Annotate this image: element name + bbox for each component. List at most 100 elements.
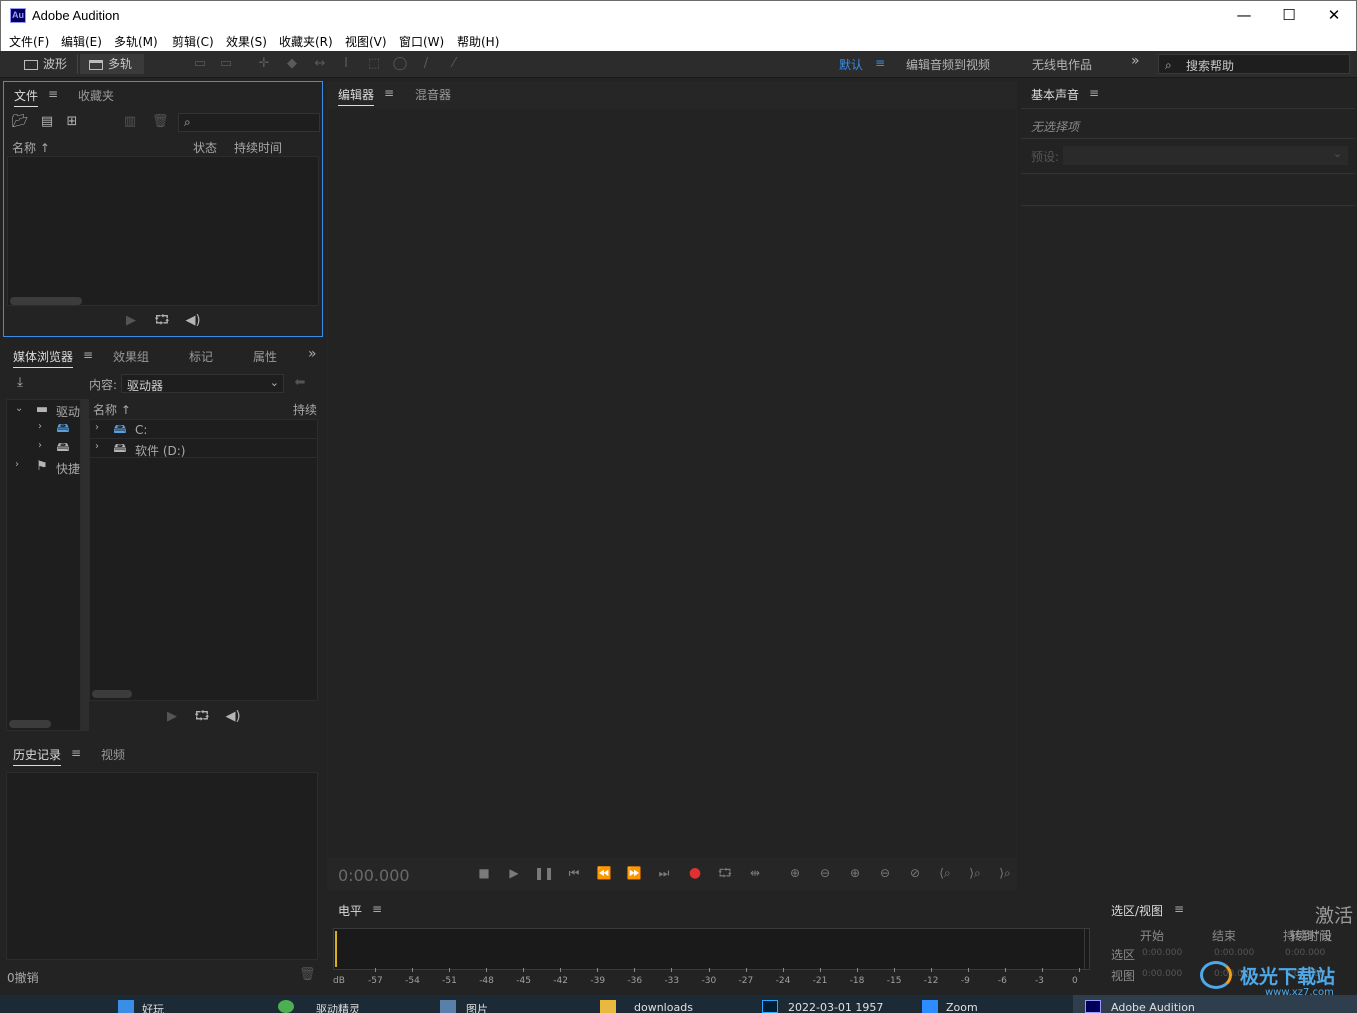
column-name[interactable]: 名称 ↑ [93, 401, 131, 418]
preset-dropdown[interactable]: ⌄ [1063, 146, 1348, 165]
selection-duration[interactable]: 0:00.000 [1285, 948, 1325, 958]
splitter-handle[interactable] [81, 399, 89, 731]
new-file-icon[interactable]: ⊞ [64, 114, 80, 130]
spectral-pitch-icon[interactable]: ▭ [218, 56, 234, 72]
zoom-out-point-icon[interactable]: ⟩⌕ [965, 864, 985, 882]
list-item[interactable]: › 🖴︎ C: [90, 420, 317, 439]
rewind-icon[interactable]: ⏪ [594, 864, 614, 882]
skip-to-end-icon[interactable]: ⏭ [654, 864, 674, 882]
history-list[interactable] [6, 772, 318, 960]
brush-tool-icon[interactable]: / [418, 56, 434, 72]
time-selection-tool-icon[interactable]: I [338, 56, 354, 72]
insert-into-multitrack-icon[interactable]: ▥ [122, 114, 138, 130]
zoom-in-time-icon[interactable]: ⊕ [845, 864, 865, 882]
back-arrow-icon[interactable]: ⬅ [293, 375, 307, 391]
menu-edit[interactable]: 编辑(E) [61, 33, 102, 50]
taskbar-item[interactable]: 驱动精灵 [316, 1001, 411, 1013]
tab-effects-rack[interactable]: 效果组 [113, 348, 149, 365]
zoom-selection-icon[interactable]: ⟩⌕ [995, 864, 1015, 882]
zoom-in-amplitude-icon[interactable]: ⊕ [785, 864, 805, 882]
workspace-default[interactable]: 默认 [839, 56, 863, 73]
play-icon[interactable]: ▶ [164, 709, 180, 725]
tab-video[interactable]: 视频 [101, 746, 125, 763]
taskbar-item[interactable]: 2022-03-01 1957 [788, 1001, 888, 1013]
expand-icon[interactable]: › [15, 459, 19, 470]
taskbar-item[interactable]: downloads [634, 1001, 729, 1013]
tab-mixer[interactable]: 混音器 [415, 86, 451, 103]
maximize-button[interactable]: ☐ [1266, 1, 1312, 31]
files-list[interactable] [7, 156, 319, 306]
slip-tool-icon[interactable]: ↔ [312, 56, 328, 72]
tab-media-browser[interactable]: 媒体浏览器 [13, 348, 74, 368]
close-button[interactable]: ✕ [1311, 1, 1357, 31]
pause-icon[interactable]: ❚❚ [534, 864, 554, 882]
tree-shortcuts[interactable]: 快捷 [56, 460, 80, 477]
menu-favorites[interactable]: 收藏夹(R) [279, 33, 333, 50]
selection-view-title[interactable]: 选区/视图 [1111, 902, 1163, 919]
list-item[interactable]: › 🖴︎ 软件 (D:) [90, 439, 317, 458]
column-duration[interactable]: 持续时间 [234, 139, 282, 156]
column-duration[interactable]: 持续 [293, 401, 317, 418]
spot-healing-icon[interactable]: ⁄ [446, 56, 462, 72]
column-name[interactable]: 名称 ↑ [12, 139, 50, 156]
media-file-list[interactable]: › 🖴︎ C: › 🖴︎ 软件 (D:) [89, 419, 318, 701]
tab-history[interactable]: 历史记录 [13, 746, 62, 766]
workspace-menu-icon[interactable]: ≡ [875, 56, 885, 70]
files-scrollbar[interactable] [10, 297, 82, 305]
expand-icon[interactable]: › [95, 441, 99, 452]
tab-favorites[interactable]: 收藏夹 [78, 87, 114, 104]
import-file-icon[interactable]: ▤ [39, 114, 55, 130]
menu-multitrack[interactable]: 多轨(M) [114, 33, 158, 50]
zoom-out-amplitude-icon[interactable]: ⊖ [815, 864, 835, 882]
open-file-icon[interactable]: 📂︎ [12, 114, 29, 130]
editor-canvas[interactable] [328, 109, 1016, 857]
autoplay-icon[interactable]: ◀) [222, 709, 244, 725]
media-panel-menu-icon[interactable]: ≡ [83, 348, 93, 362]
levels-panel-menu-icon[interactable]: ≡ [372, 902, 382, 916]
tree-scrollbar[interactable] [9, 720, 51, 728]
loop-icon[interactable]: ⮔ [153, 313, 171, 329]
files-panel-menu-icon[interactable]: ≡ [48, 87, 58, 101]
content-dropdown[interactable]: 驱动器 ⌄ [121, 374, 284, 393]
taskbar-item[interactable]: 图片 [466, 1001, 494, 1013]
selection-end[interactable]: 0:00.000 [1214, 948, 1254, 958]
editor-panel-menu-icon[interactable]: ≡ [384, 86, 394, 100]
menu-view[interactable]: 视图(V) [345, 33, 387, 50]
list-scrollbar[interactable] [92, 690, 132, 698]
selection-start[interactable]: 0:00.000 [1142, 948, 1182, 958]
move-tool-icon[interactable]: ✛ [256, 56, 272, 72]
download-icon[interactable]: ⤓ [11, 375, 29, 391]
search-help-field[interactable]: ⌕ 搜索帮助 [1158, 54, 1350, 74]
tab-editor[interactable]: 编辑器 [338, 86, 375, 106]
expand-icon[interactable]: › [38, 421, 42, 432]
taskbar-active-item[interactable]: Adobe Audition [1073, 995, 1357, 1013]
levels-title[interactable]: 电平 [338, 902, 362, 919]
fast-forward-icon[interactable]: ⏩ [624, 864, 644, 882]
menu-file[interactable]: 文件(F) [9, 33, 49, 50]
delete-icon[interactable]: 🗑︎ [299, 967, 316, 983]
autoplay-icon[interactable]: ◀) [182, 313, 204, 329]
essential-sound-title[interactable]: 基本声音 [1031, 86, 1079, 103]
skip-selection-icon[interactable]: ⇹ [745, 864, 765, 882]
selection-view-menu-icon[interactable]: ≡ [1174, 902, 1184, 916]
spectral-frequency-icon[interactable]: ▭ [192, 56, 208, 72]
tree-drives[interactable]: 驱动 [56, 403, 80, 420]
tab-files[interactable]: 文件 [14, 87, 39, 107]
menu-clip[interactable]: 剪辑(C) [172, 33, 214, 50]
taskbar-item[interactable]: Zoom [946, 1001, 1021, 1013]
skip-to-start-icon[interactable]: ⏮ [564, 864, 584, 882]
tab-markers[interactable]: 标记 [189, 348, 213, 365]
delete-icon[interactable]: 🗑︎ [152, 114, 169, 130]
loop-icon[interactable]: ⮔ [715, 864, 735, 882]
tab-properties[interactable]: 属性 [253, 348, 277, 365]
play-icon[interactable]: ▶ [504, 864, 524, 882]
drive-tree[interactable]: ⌄ ▬ 驱动 › 🖴︎ › 🖴︎ › ⚑ 快捷 [6, 399, 81, 731]
lasso-tool-icon[interactable]: ◯ [392, 56, 408, 72]
column-status[interactable]: 状态 [193, 139, 217, 156]
essential-sound-menu-icon[interactable]: ≡ [1089, 86, 1099, 100]
view-start[interactable]: 0:00.000 [1142, 969, 1182, 979]
expand-icon[interactable]: ⌄ [15, 403, 23, 414]
zoom-out-time-icon[interactable]: ⊖ [875, 864, 895, 882]
zoom-in-point-icon[interactable]: ⟨⌕ [935, 864, 955, 882]
files-search-input[interactable]: ⌕ [178, 113, 320, 132]
